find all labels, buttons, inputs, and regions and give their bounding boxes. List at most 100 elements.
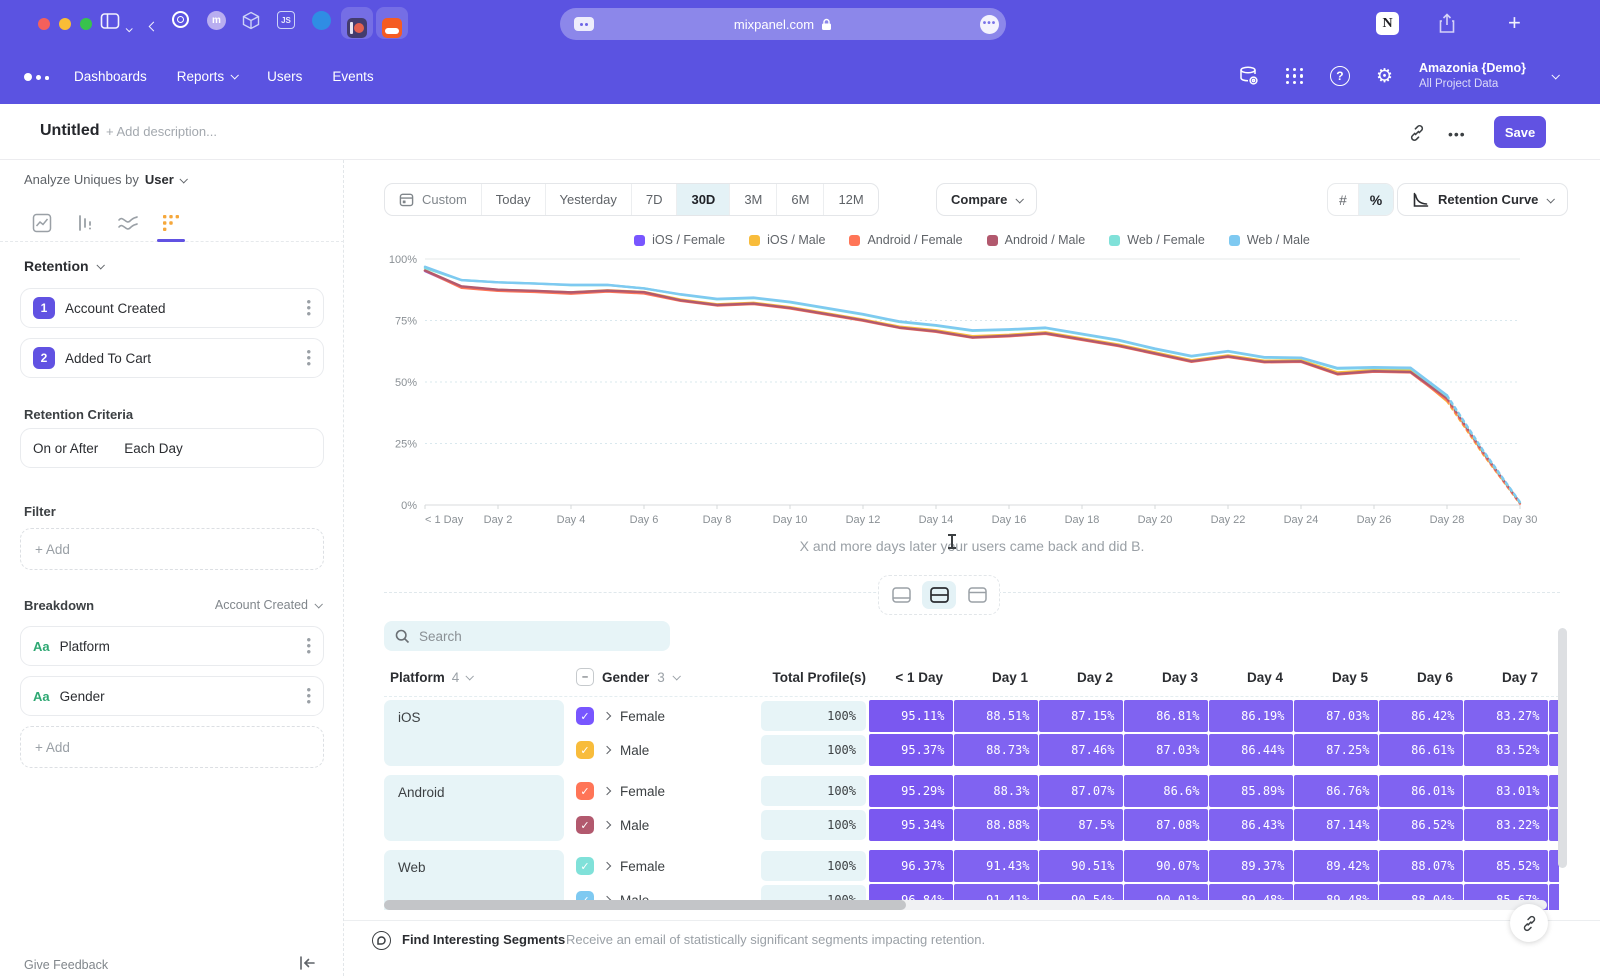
date-range-6m[interactable]: 6M — [777, 184, 824, 215]
retention-step-2[interactable]: 2 Added To Cart ••• — [20, 338, 324, 378]
layout-chart-only-button[interactable] — [884, 581, 918, 609]
step-kebab-icon[interactable]: ••• — [306, 299, 311, 317]
mixpanel-logo[interactable] — [24, 72, 58, 82]
series-checkbox[interactable]: ✓ — [576, 782, 594, 800]
retention-value-cell[interactable]: 87.08% — [1124, 809, 1208, 841]
tab-chevron-icon[interactable] — [126, 19, 131, 37]
day-column-header[interactable]: Day 2 — [1038, 670, 1122, 685]
retention-value-cell[interactable]: 83.27% — [1464, 700, 1548, 732]
retention-criteria-card[interactable]: On or After Each Day — [20, 428, 324, 468]
tab-funnels[interactable] — [65, 206, 105, 240]
retention-value-cell[interactable]: 88.07% — [1379, 850, 1463, 882]
day-column-header[interactable]: Day 6 — [1378, 670, 1462, 685]
url-bar[interactable]: mixpanel.com ••• — [560, 8, 1006, 40]
day-column-header[interactable]: Day 4 — [1208, 670, 1292, 685]
legend-item[interactable]: Web / Female — [1109, 233, 1205, 247]
expand-row-chevron-icon[interactable] — [603, 746, 611, 754]
collapse-sidebar-icon[interactable] — [298, 955, 316, 971]
breakdown-gender[interactable]: Aa Gender ••• — [20, 676, 324, 716]
report-title[interactable]: Untitled — [40, 122, 100, 140]
tab-retention[interactable] — [151, 206, 191, 240]
retention-value-cell[interactable]: 95.37% — [869, 734, 953, 766]
retention-value-cell[interactable]: 87.15% — [1039, 700, 1123, 732]
day-column-header[interactable]: Day 3 — [1123, 670, 1207, 685]
retention-value-cell[interactable]: 96.37% — [869, 850, 953, 882]
gender-column-header[interactable]: – Gender 3 — [576, 668, 761, 686]
step-kebab-icon[interactable]: ••• — [306, 349, 311, 367]
data-management-icon[interactable] — [1238, 65, 1260, 87]
expand-row-chevron-icon[interactable] — [603, 821, 611, 829]
percent-values-toggle[interactable]: % — [1359, 184, 1393, 215]
retention-value-cell[interactable]: 87.03% — [1124, 734, 1208, 766]
expand-row-chevron-icon[interactable] — [603, 787, 611, 795]
table-search[interactable] — [384, 621, 670, 651]
gender-cell[interactable]: ✓Female — [576, 857, 761, 875]
date-range-7d[interactable]: 7D — [632, 184, 678, 215]
chart-type-selector[interactable]: Retention Curve — [1397, 183, 1568, 216]
m-extension[interactable]: m — [207, 11, 226, 30]
series-checkbox[interactable]: ✓ — [576, 857, 594, 875]
add-breakdown-button[interactable]: + Add — [20, 726, 324, 768]
gender-cell[interactable]: ✓Male — [576, 816, 761, 834]
analyze-value[interactable]: User — [145, 172, 174, 187]
maximize-window-button[interactable] — [80, 18, 92, 30]
add-filter-button[interactable]: + Add — [20, 528, 324, 570]
retention-chart[interactable]: 100%75%50%25%0%< 1 DayDay 2Day 4Day 6Day… — [384, 250, 1560, 530]
layout-split-button[interactable] — [922, 581, 956, 609]
expand-row-chevron-icon[interactable] — [603, 862, 611, 870]
retention-value-cell[interactable]: 86.76% — [1294, 775, 1378, 807]
day-column-header[interactable]: Day 5 — [1293, 670, 1377, 685]
date-range-yesterday[interactable]: Yesterday — [546, 184, 632, 215]
retention-section-label[interactable]: Retention — [24, 258, 103, 274]
help-icon[interactable]: ? — [1330, 66, 1350, 86]
breakdown-platform[interactable]: Aa Platform ••• — [20, 626, 324, 666]
retention-value-cell[interactable]: 95.11% — [869, 700, 953, 732]
retention-value-cell[interactable]: 95.29% — [869, 775, 953, 807]
back-icon[interactable] — [150, 17, 157, 35]
retention-value-cell[interactable]: 88.73% — [954, 734, 1038, 766]
url-options-icon[interactable]: ••• — [980, 15, 999, 34]
horizontal-scrollbar[interactable] — [384, 900, 1547, 910]
give-feedback-link[interactable]: Give Feedback — [24, 958, 108, 972]
day-column-header[interactable]: < 1 Day — [868, 670, 952, 685]
retention-value-cell[interactable]: 86.43% — [1209, 809, 1293, 841]
retention-value-cell[interactable]: 86.81% — [1124, 700, 1208, 732]
series-checkbox[interactable]: ✓ — [576, 707, 594, 725]
copy-link-icon[interactable] — [1408, 124, 1426, 142]
retention-step-1[interactable]: 1 Account Created ••• — [20, 288, 324, 328]
retention-value-cell[interactable]: 85.52% — [1464, 850, 1548, 882]
breakdown-kebab-icon[interactable]: ••• — [306, 687, 311, 705]
date-range-today[interactable]: Today — [482, 184, 546, 215]
retention-value-cell[interactable]: 87.03% — [1294, 700, 1378, 732]
total-column-header[interactable]: Total Profile(s) — [761, 670, 866, 685]
ring-extension[interactable] — [172, 11, 189, 28]
retention-value-cell[interactable]: 86.52% — [1379, 809, 1463, 841]
platform-cell[interactable]: iOS — [384, 700, 564, 766]
criteria-value[interactable]: Each Day — [124, 441, 183, 456]
day-column-header[interactable]: Day 1 — [953, 670, 1037, 685]
bird-extension[interactable] — [312, 11, 331, 30]
notion-tab-icon[interactable]: N — [1376, 12, 1399, 35]
add-description[interactable]: + Add description... — [106, 124, 217, 139]
find-segments-title[interactable]: Find Interesting Segments — [402, 932, 565, 947]
retention-value-cell[interactable]: 87.14% — [1294, 809, 1378, 841]
breakdown-scope-selector[interactable]: Account Created — [215, 598, 321, 612]
retention-value-cell[interactable]: 87.07% — [1039, 775, 1123, 807]
save-button[interactable]: Save — [1494, 116, 1546, 148]
nav-item-reports[interactable]: Reports — [177, 69, 237, 84]
cube-extension[interactable] — [242, 11, 260, 30]
platform-cell[interactable]: Android — [384, 775, 564, 841]
retention-value-cell[interactable]: 87.5% — [1039, 809, 1123, 841]
red-panel-extension[interactable] — [347, 18, 367, 38]
legend-item[interactable]: iOS / Female — [634, 233, 725, 247]
retention-value-cell[interactable]: 88.88% — [954, 809, 1038, 841]
platform-column-header[interactable]: Platform 4 — [384, 670, 576, 685]
absolute-values-toggle[interactable]: # — [1328, 184, 1359, 215]
tab-insights[interactable] — [22, 206, 62, 240]
js-extension[interactable]: JS — [277, 11, 295, 29]
more-options-icon[interactable]: ••• — [1448, 126, 1466, 142]
retention-value-cell[interactable]: 86.19% — [1209, 700, 1293, 732]
date-range-30d[interactable]: 30D — [677, 184, 730, 215]
criteria-operator[interactable]: On or After — [33, 441, 98, 456]
settings-gear-icon[interactable]: ⚙ — [1376, 65, 1393, 87]
